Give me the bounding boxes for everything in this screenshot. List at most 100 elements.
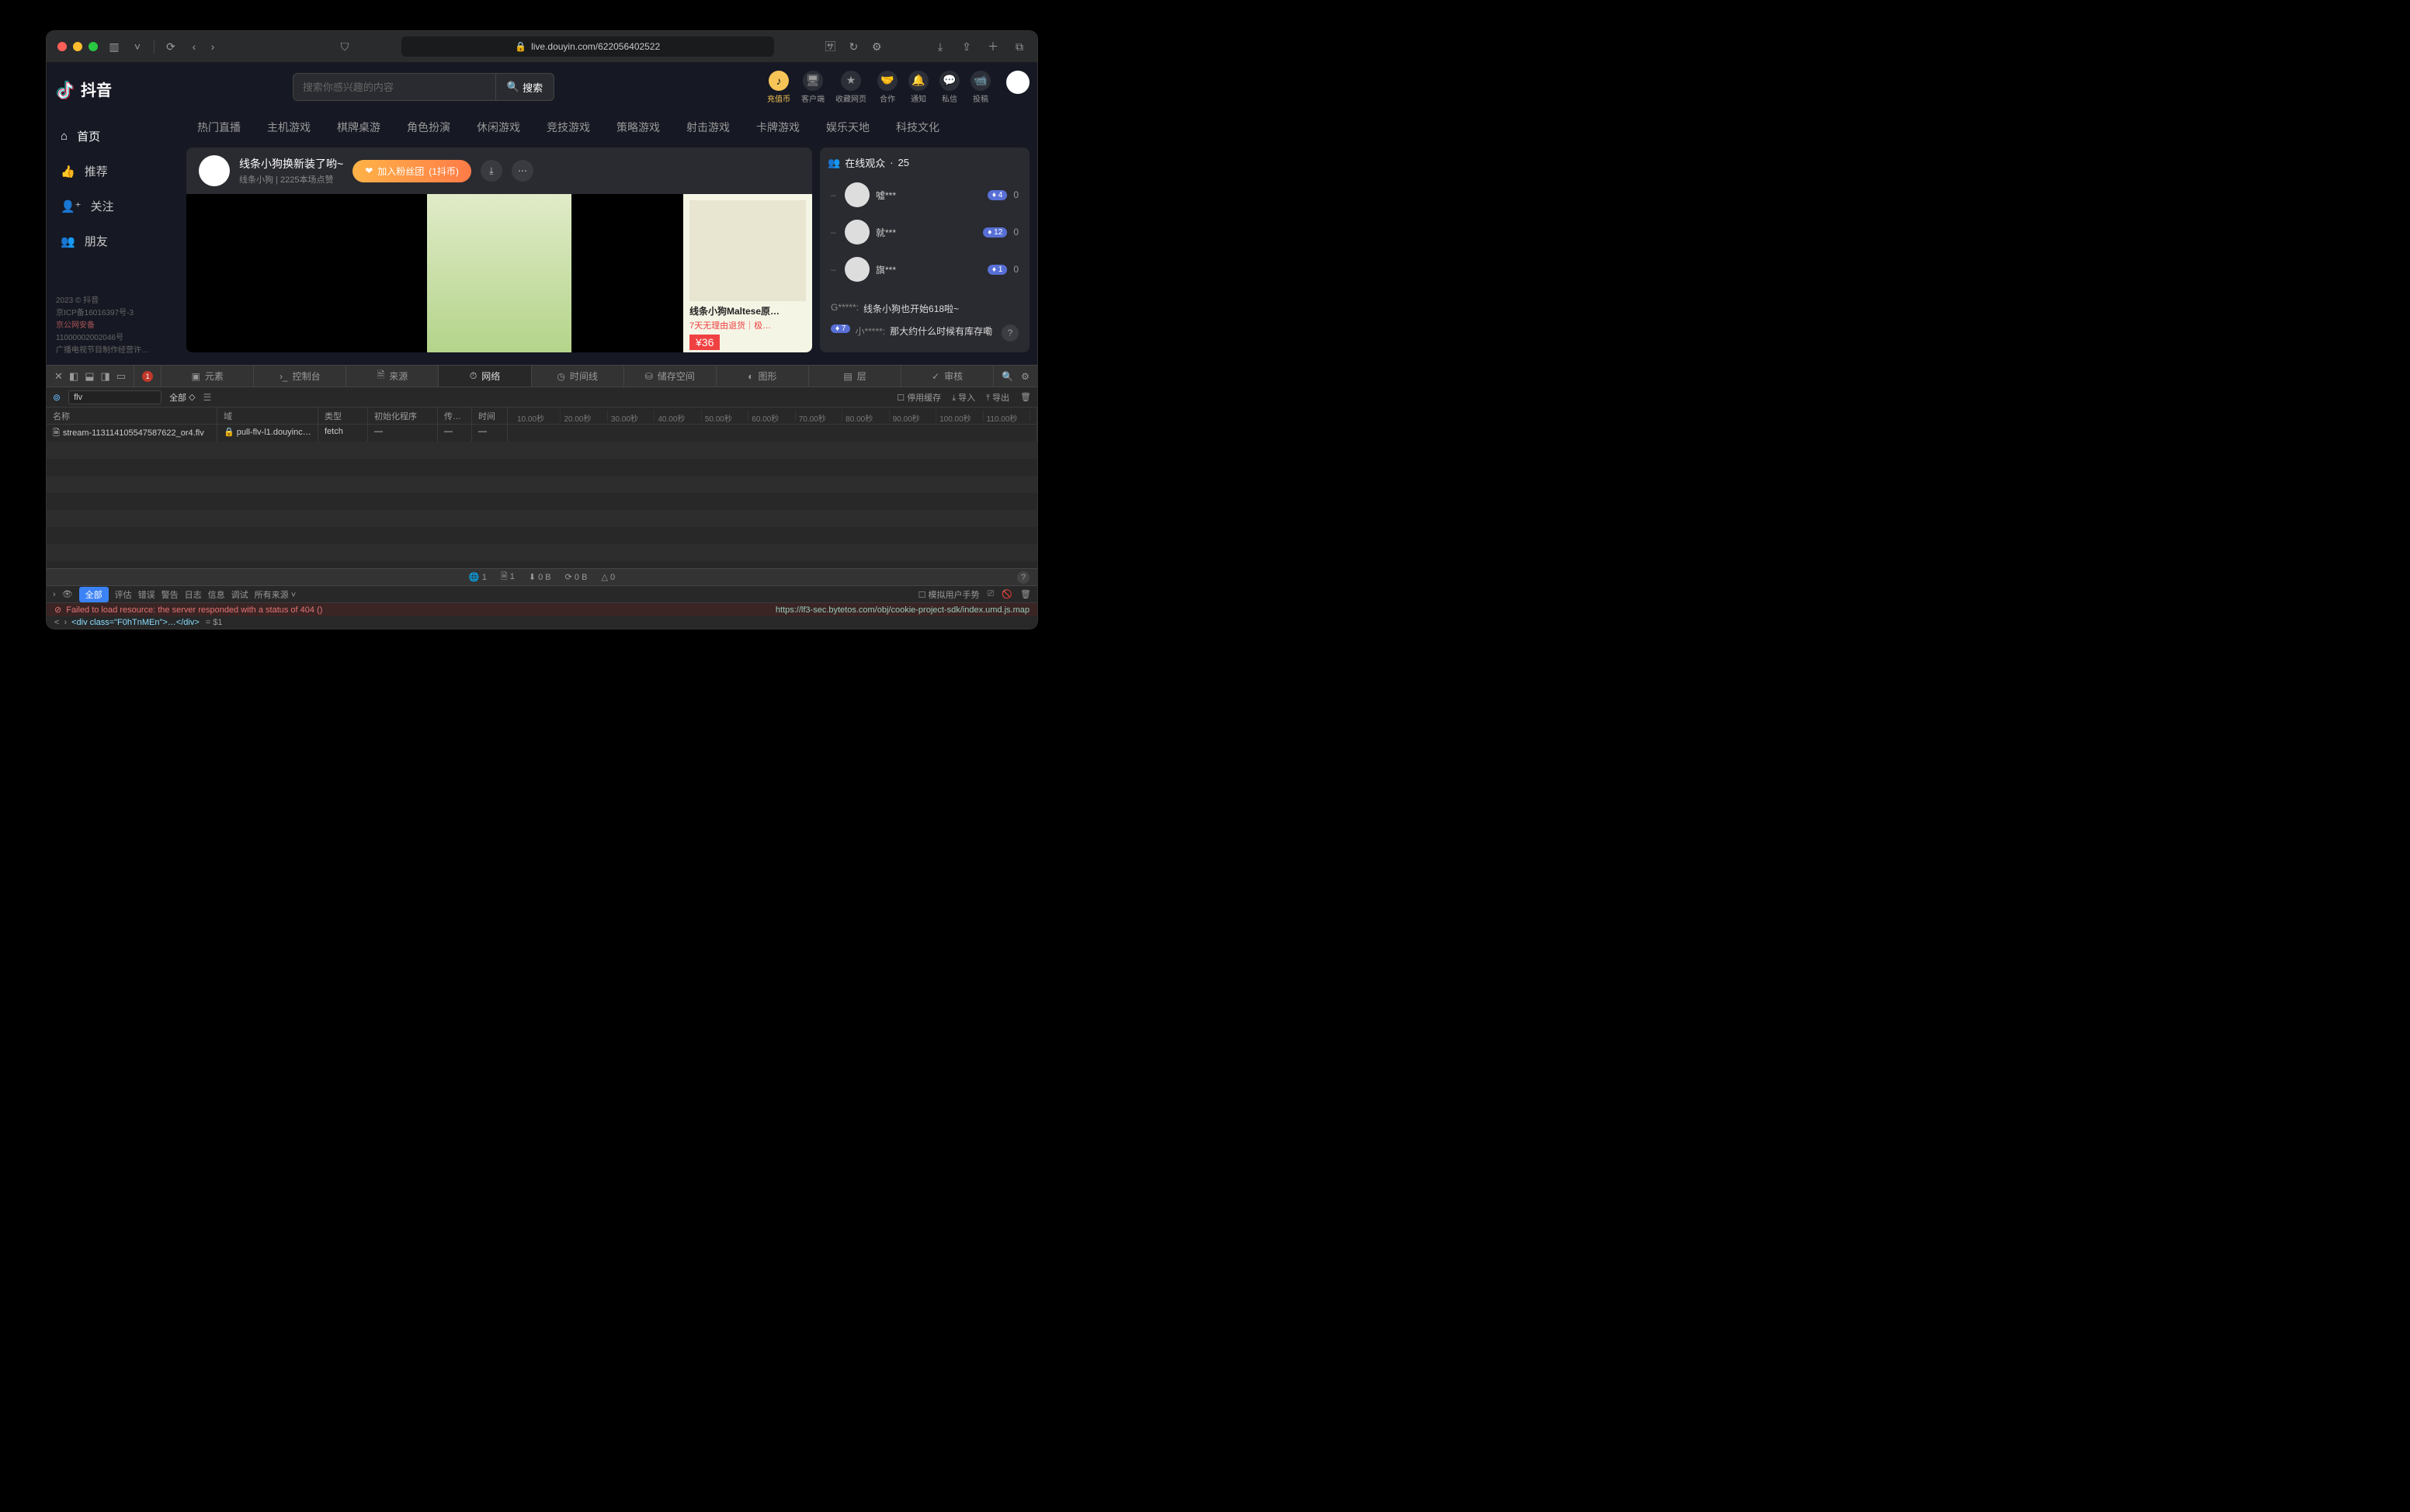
shield-icon[interactable]: ⛉	[338, 40, 352, 54]
category-tab[interactable]: 角色扮演	[407, 120, 450, 135]
tab-timeline[interactable]: ◷时间线	[532, 366, 624, 387]
new-tab-icon[interactable]: ＋	[986, 40, 1000, 54]
tab-graphics[interactable]: ◐图形	[717, 366, 809, 387]
help-icon[interactable]: ?	[1017, 571, 1030, 584]
download-icon[interactable]: ⤓	[933, 40, 947, 54]
download-button[interactable]: ⤓	[481, 160, 502, 182]
settings-icon[interactable]: ⚙	[870, 40, 884, 54]
user-avatar[interactable]	[1006, 71, 1030, 94]
category-tab[interactable]: 主机游戏	[267, 120, 311, 135]
action-coop[interactable]: 🤝合作	[877, 71, 898, 104]
category-tab[interactable]: 策略游戏	[616, 120, 660, 135]
disable-cache-checkbox[interactable]: ☐ 停用缓存	[897, 391, 941, 404]
history-icon[interactable]: ⟳	[164, 40, 178, 54]
video-player[interactable]: 线条小狗Maltese原… 7天无理由退货｜极… ¥36	[186, 194, 812, 352]
more-button[interactable]: ⋯	[512, 160, 533, 182]
action-dm[interactable]: 💬私信	[939, 71, 960, 104]
filter-log[interactable]: 日志	[185, 588, 202, 601]
filter-error[interactable]: 错误	[138, 588, 155, 601]
col-transfer[interactable]: 传输…	[438, 407, 472, 424]
tab-elements[interactable]: ▣元素	[161, 366, 254, 387]
tab-network[interactable]: ⏱网络	[439, 366, 531, 387]
action-bookmark[interactable]: ★收藏网页	[835, 71, 866, 104]
footer-link[interactable]: 京公网安备	[56, 320, 169, 332]
category-tab[interactable]: 热门直播	[197, 120, 241, 135]
logo[interactable]: 抖音	[56, 78, 169, 119]
dock-bottom-icon[interactable]: ⬓	[85, 370, 94, 383]
filter-all[interactable]: 全部	[79, 587, 109, 602]
audience-item[interactable]: –噓***♦ 40	[828, 178, 1022, 212]
footer-link[interactable]: 京ICP备16016397号-3	[56, 307, 169, 320]
filter-info[interactable]: 信息	[208, 588, 225, 601]
clear-console-icon[interactable]: 🚫	[1002, 589, 1012, 599]
close-window-button[interactable]	[57, 42, 67, 51]
trash-icon[interactable]: 🗑	[1020, 589, 1031, 599]
tab-audit[interactable]: ✓审核	[901, 366, 994, 387]
footer-link[interactable]: 2023 © 抖音	[56, 295, 169, 307]
dock-window-icon[interactable]: ◨	[101, 370, 110, 383]
prompt-icon[interactable]: ›	[53, 590, 56, 599]
error-source[interactable]: https://lf3-sec.bytetos.com/obj/cookie-p…	[776, 605, 1030, 615]
console-error-line[interactable]: ⊘ Failed to load resource: the server re…	[47, 603, 1037, 616]
nav-friends[interactable]: 👥朋友	[56, 224, 169, 258]
join-fan-button[interactable]: ❤ 加入粉丝团 (1抖币)	[352, 160, 471, 182]
audience-item[interactable]: –就***♦ 120	[828, 215, 1022, 249]
action-client[interactable]: 🖥客户端	[801, 71, 825, 104]
import-button[interactable]: ⤓ 导入	[952, 391, 975, 404]
console-element-line[interactable]: < › <div class="F0hTnMEn">…</div> = $1	[47, 616, 1037, 629]
search-input[interactable]	[293, 74, 495, 100]
sidebar-toggle-icon[interactable]: ▥	[107, 40, 121, 54]
zoom-window-button[interactable]	[89, 42, 98, 51]
tab-console[interactable]: ›_控制台	[254, 366, 346, 387]
translate-icon[interactable]: 🈂	[823, 40, 837, 54]
error-badge[interactable]: 1	[142, 371, 153, 382]
category-tab[interactable]: 娱乐天地	[826, 120, 870, 135]
category-tab[interactable]: 休闲游戏	[477, 120, 520, 135]
table-row[interactable]: 🗎stream-113114105547587622_or4.flv 🔒 pul…	[47, 425, 1037, 442]
group-icon[interactable]: ☰	[203, 392, 212, 403]
audience-item[interactable]: –旗***♦ 10	[828, 252, 1022, 286]
filter-sources[interactable]: 所有来源 ˅	[255, 588, 296, 601]
simulate-gesture-checkbox[interactable]: ☐ 模拟用户手势	[919, 588, 980, 601]
nav-follow[interactable]: 👤⁺关注	[56, 189, 169, 224]
reload-icon[interactable]: ↻	[846, 40, 860, 54]
filter-eval[interactable]: 评估	[115, 588, 132, 601]
filter-warn[interactable]: 警告	[161, 588, 179, 601]
eye-icon[interactable]: 👁	[62, 589, 73, 599]
category-tab[interactable]: 科技文化	[896, 120, 939, 135]
close-devtools-icon[interactable]: ✕	[54, 370, 63, 383]
col-initiator[interactable]: 初始化程序	[368, 407, 438, 424]
search-icon[interactable]: 🔍	[1002, 371, 1013, 382]
minimize-window-button[interactable]	[73, 42, 82, 51]
action-upload[interactable]: 📹投稿	[971, 71, 991, 104]
category-tab[interactable]: 棋牌桌游	[337, 120, 380, 135]
category-tab[interactable]: 竞技游戏	[547, 120, 590, 135]
footer-link[interactable]: 11000002002046号	[56, 332, 169, 345]
col-name[interactable]: 名称	[47, 407, 217, 424]
tab-storage[interactable]: ⛁储存空间	[624, 366, 717, 387]
col-time[interactable]: 时间	[472, 407, 508, 424]
dock-right-icon[interactable]: ◧	[69, 370, 78, 383]
gear-icon[interactable]: ⚙	[1021, 371, 1030, 382]
forward-button[interactable]: ›	[206, 40, 220, 54]
nav-home[interactable]: ⌂首页	[56, 119, 169, 154]
tab-layers[interactable]: ▤层	[809, 366, 901, 387]
back-button[interactable]: ‹	[187, 40, 201, 54]
action-notify[interactable]: 🔔通知	[908, 71, 929, 104]
table-body[interactable]: 🗎stream-113114105547587622_or4.flv 🔒 pul…	[47, 425, 1037, 568]
filter-icon[interactable]: ⊚	[53, 392, 61, 403]
col-domain[interactable]: 域	[217, 407, 318, 424]
address-bar[interactable]: 🔒 live.douyin.com/622056402522	[401, 36, 774, 57]
category-tab[interactable]: 卡牌游戏	[756, 120, 800, 135]
export-button[interactable]: ⤒ 导出	[986, 391, 1009, 404]
streamer-avatar[interactable]	[199, 155, 230, 186]
tabs-icon[interactable]: ⧉	[1012, 40, 1026, 54]
nav-recommend[interactable]: 👍推荐	[56, 154, 169, 189]
tab-sources[interactable]: 🗎来源	[346, 366, 439, 387]
help-icon[interactable]: ?	[1002, 324, 1019, 342]
responsive-icon[interactable]: ▭	[116, 370, 126, 383]
product-promo[interactable]: 线条小狗Maltese原… 7天无理由退货｜极… ¥36	[683, 194, 812, 352]
col-type[interactable]: 类型	[318, 407, 368, 424]
network-filter-input[interactable]	[68, 390, 161, 404]
chevron-down-icon[interactable]: ˅	[130, 40, 144, 54]
